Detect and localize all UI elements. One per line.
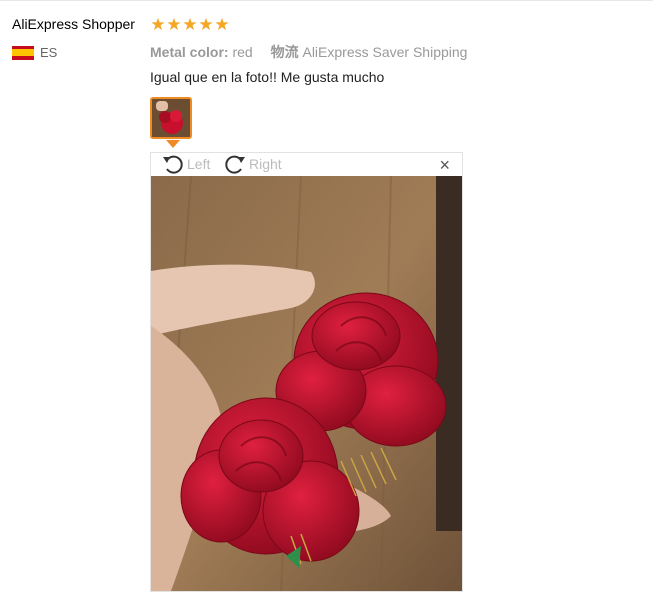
photo-viewer: Left Right × [150,152,463,592]
star-icon: ★ [166,15,182,34]
star-icon: ★ [214,15,230,34]
rotate-right-icon [225,155,245,174]
top-divider [0,0,653,1]
star-rating: ★ ★ ★ ★ ★ [150,15,230,35]
spain-flag-icon [12,45,34,60]
rotate-left-button[interactable]: Left [161,153,210,175]
country-code: ES [40,45,58,60]
rotate-right-label: Right [249,156,282,172]
shipping-attribute-key: 物流 [270,44,299,60]
star-icon: ★ [150,15,166,34]
color-attribute-key: Metal color: [150,44,229,60]
star-icon: ★ [182,15,198,34]
color-attribute-value: red [232,44,253,60]
photo-viewer-toolbar: Left Right × [151,153,462,176]
rotate-right-button[interactable]: Right [223,153,282,175]
product-attributes: Metal color: red 物流 AliExpress Saver Shi… [150,42,467,62]
star-icon: ★ [198,15,214,34]
rotate-left-icon [163,155,183,174]
review-photo [151,176,462,591]
close-viewer-button[interactable]: × [439,155,450,175]
reviewer-country: ES [12,45,57,60]
rotate-left-label: Left [187,156,211,172]
reviewer-name: AliExpress Shopper [12,16,135,32]
review-text: Igual que en la foto!! Me gusta mucho [150,69,385,85]
shipping-attribute-value: AliExpress Saver Shipping [302,44,468,60]
thumbnail-pointer-arrow [166,140,180,148]
review-photo-thumbnail[interactable] [150,97,192,139]
